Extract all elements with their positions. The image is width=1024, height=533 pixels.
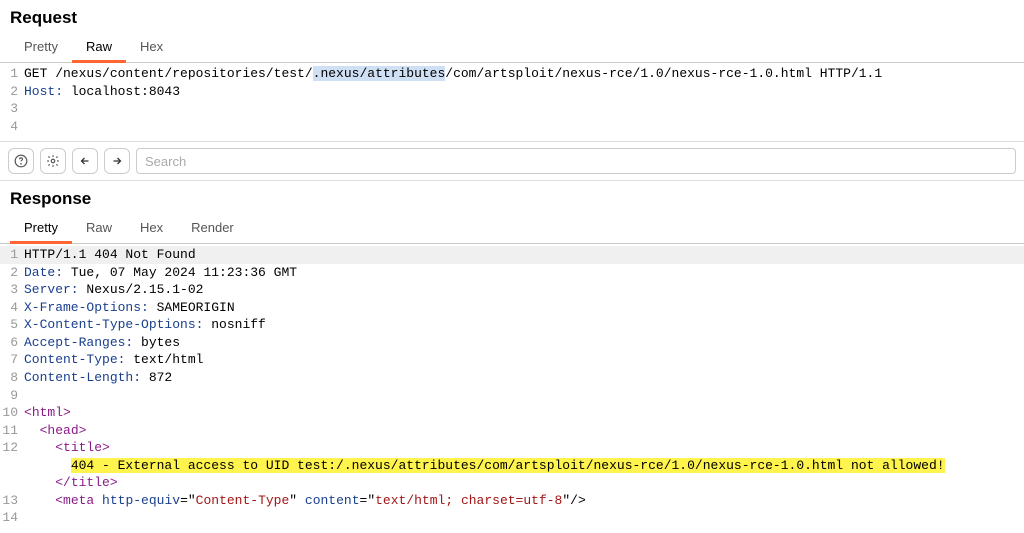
line-number <box>0 474 24 492</box>
code-line: 10<html> <box>0 404 1024 422</box>
code-line: 7Content-Type: text/html <box>0 351 1024 369</box>
line-number: 8 <box>0 369 24 387</box>
code-content: </title> <box>24 474 1024 492</box>
code-line: 6Accept-Ranges: bytes <box>0 334 1024 352</box>
back-icon[interactable] <box>72 148 98 174</box>
code-line: 404 - External access to UID test:/.nexu… <box>0 457 1024 475</box>
line-number: 9 <box>0 387 24 405</box>
line-number: 2 <box>0 83 24 101</box>
code-line: 4 <box>0 118 1024 136</box>
code-content: Server: Nexus/2.15.1-02 <box>24 281 1024 299</box>
code-content: <html> <box>24 404 1024 422</box>
line-number: 13 <box>0 492 24 510</box>
line-number: 12 <box>0 439 24 457</box>
code-content: X-Frame-Options: SAMEORIGIN <box>24 299 1024 317</box>
code-content: <title> <box>24 439 1024 457</box>
response-tab-pretty[interactable]: Pretty <box>10 214 72 244</box>
line-number: 4 <box>0 118 24 136</box>
response-code-pane[interactable]: 1HTTP/1.1 404 Not Found2Date: Tue, 07 Ma… <box>0 244 1024 533</box>
code-line: 5X-Content-Type-Options: nosniff <box>0 316 1024 334</box>
code-content: HTTP/1.1 404 Not Found <box>24 246 1024 264</box>
line-number: 6 <box>0 334 24 352</box>
line-number: 11 <box>0 422 24 440</box>
code-content <box>24 509 1024 527</box>
code-line: 8Content-Length: 872 <box>0 369 1024 387</box>
response-tab-render[interactable]: Render <box>177 214 248 244</box>
line-number: 3 <box>0 100 24 118</box>
line-number: 1 <box>0 246 24 264</box>
code-line: 1GET /nexus/content/repositories/test/.n… <box>0 65 1024 83</box>
line-number: 10 <box>0 404 24 422</box>
line-number: 2 <box>0 264 24 282</box>
code-content <box>24 387 1024 405</box>
search-input[interactable] <box>136 148 1016 174</box>
gear-icon[interactable] <box>40 148 66 174</box>
code-line: </title> <box>0 474 1024 492</box>
line-number <box>0 457 24 475</box>
code-line: 4X-Frame-Options: SAMEORIGIN <box>0 299 1024 317</box>
code-content: Content-Type: text/html <box>24 351 1024 369</box>
response-title: Response <box>0 181 1024 213</box>
code-line: 1HTTP/1.1 404 Not Found <box>0 246 1024 264</box>
code-line: 2Host: localhost:8043 <box>0 83 1024 101</box>
line-number: 1 <box>0 65 24 83</box>
code-content <box>24 100 1024 118</box>
code-content: <meta http-equiv="Content-Type" content=… <box>24 492 1024 510</box>
code-line: 13 <meta http-equiv="Content-Type" conte… <box>0 492 1024 510</box>
request-tab-pretty[interactable]: Pretty <box>10 33 72 63</box>
line-number: 3 <box>0 281 24 299</box>
code-line: 14 <box>0 509 1024 527</box>
code-content <box>24 118 1024 136</box>
code-line: 3 <box>0 100 1024 118</box>
code-line: 12 <title> <box>0 439 1024 457</box>
request-title: Request <box>0 0 1024 32</box>
code-line: 11 <head> <box>0 422 1024 440</box>
code-line: 2Date: Tue, 07 May 2024 11:23:36 GMT <box>0 264 1024 282</box>
response-tab-raw[interactable]: Raw <box>72 214 126 244</box>
response-tab-hex[interactable]: Hex <box>126 214 177 244</box>
line-number: 14 <box>0 509 24 527</box>
request-tabs: Pretty Raw Hex <box>0 32 1024 63</box>
code-content: Host: localhost:8043 <box>24 83 1024 101</box>
code-content: Date: Tue, 07 May 2024 11:23:36 GMT <box>24 264 1024 282</box>
code-content: Content-Length: 872 <box>24 369 1024 387</box>
code-line: 9 <box>0 387 1024 405</box>
line-number: 5 <box>0 316 24 334</box>
code-content: GET /nexus/content/repositories/test/.ne… <box>24 65 1024 83</box>
response-tabs: Pretty Raw Hex Render <box>0 213 1024 244</box>
code-content: <head> <box>24 422 1024 440</box>
code-line: 3Server: Nexus/2.15.1-02 <box>0 281 1024 299</box>
request-code-pane[interactable]: 1GET /nexus/content/repositories/test/.n… <box>0 63 1024 141</box>
toolbar <box>0 141 1024 181</box>
request-tab-hex[interactable]: Hex <box>126 33 177 63</box>
line-number: 4 <box>0 299 24 317</box>
line-number: 7 <box>0 351 24 369</box>
code-content: Accept-Ranges: bytes <box>24 334 1024 352</box>
forward-icon[interactable] <box>104 148 130 174</box>
request-tab-raw[interactable]: Raw <box>72 33 126 63</box>
help-icon[interactable] <box>8 148 34 174</box>
code-content: 404 - External access to UID test:/.nexu… <box>24 457 1024 475</box>
code-content: X-Content-Type-Options: nosniff <box>24 316 1024 334</box>
